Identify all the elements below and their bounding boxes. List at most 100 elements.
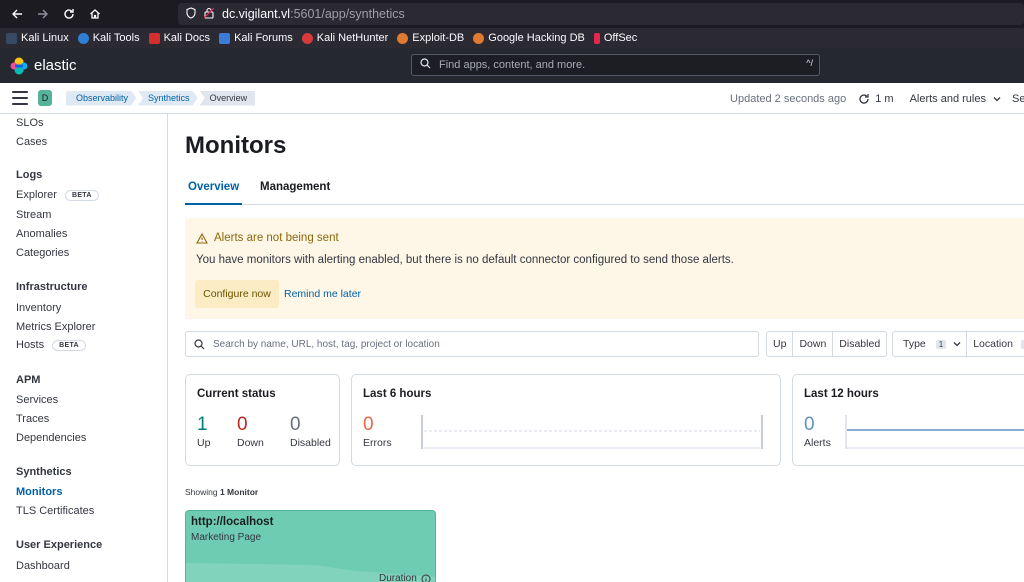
beta-badge: BETA (64, 189, 99, 201)
settings-link[interactable]: Se (1012, 93, 1024, 105)
stat-disabled: 0 Disabled (290, 414, 331, 450)
bookmark-offsec[interactable]: OffSec (593, 32, 637, 44)
breadcrumb-overview: Overview (199, 90, 256, 106)
callout-title: Alerts are not being sent (196, 232, 339, 244)
shield-icon (186, 6, 196, 22)
field-filter-group: Type 1 Location 1 (892, 331, 1024, 357)
sidebar-section-user-experience: User Experience (16, 539, 103, 551)
remind-me-later-link[interactable]: Remind me later (284, 280, 361, 308)
errors-sparkline (421, 415, 763, 449)
alerts-warning-callout: Alerts are not being sent You have monit… (185, 218, 1024, 319)
forward-icon[interactable] (34, 5, 52, 23)
elastic-cluster-icon (10, 57, 28, 74)
bookmark-kali-linux[interactable]: Kali Linux (6, 32, 69, 44)
observability-sidebar: SLOs Cases Logs Explorer BETA Stream Ano… (0, 114, 168, 582)
breadcrumb-synthetics[interactable]: Synthetics (138, 91, 198, 106)
search-icon (194, 338, 205, 349)
bookmark-kali-forums[interactable]: Kali Forums (219, 32, 293, 44)
home-icon[interactable] (86, 5, 104, 23)
up-count: 1 (197, 414, 208, 435)
address-bar[interactable]: dc.vigilant.vl:5601/app/synthetics (178, 3, 1024, 25)
exploit-db-icon (397, 32, 409, 44)
duration-label: Duration (379, 573, 431, 582)
bookmark-exploit-db[interactable]: Exploit-DB (397, 32, 464, 44)
disabled-count: 0 (290, 414, 301, 435)
sidebar-item-metrics-explorer[interactable]: Metrics Explorer (16, 321, 95, 333)
url-path: :5601/app/synthetics (290, 7, 405, 21)
reload-icon[interactable] (60, 5, 78, 23)
sidebar-item-tls-certificates[interactable]: TLS Certificates (16, 505, 94, 517)
errors-label: Errors (363, 437, 392, 449)
chevron-down-icon (993, 96, 1001, 101)
back-icon[interactable] (8, 5, 26, 23)
sidebar-item-hosts[interactable]: Hosts BETA (16, 339, 86, 351)
callout-text: You have monitors with alerting enabled,… (196, 254, 734, 266)
breadcrumb-observability[interactable]: Observability (66, 91, 136, 106)
sidebar-section-synthetics: Synthetics (16, 466, 72, 478)
refresh-icon (859, 93, 869, 104)
hamburger-menu-icon[interactable] (12, 91, 28, 105)
up-label: Up (197, 437, 211, 449)
main-content: Monitors Overview Management Alerts are … (169, 114, 1024, 582)
global-search-input[interactable]: Find apps, content, and more. ^/ (411, 54, 820, 76)
warning-icon (196, 232, 208, 244)
sidebar-item-dependencies[interactable]: Dependencies (16, 432, 86, 444)
location-filter-button[interactable]: Location 1 (967, 332, 1024, 356)
bookmark-kali-nethunter[interactable]: Kali NetHunter (301, 32, 388, 44)
url-host: dc.vigilant.vl (222, 7, 291, 21)
sidebar-item-inventory[interactable]: Inventory (16, 302, 61, 314)
kali-docs-icon (148, 32, 160, 44)
filter-up-button[interactable]: Up (767, 332, 794, 356)
offsec-icon (593, 32, 600, 44)
alerts-label: Alerts (804, 437, 831, 449)
bookmark-kali-tools[interactable]: Kali Tools (77, 32, 140, 44)
sidebar-section-apm: APM (16, 374, 41, 386)
showing-count-text: Showing 1 Monitor (185, 487, 259, 497)
info-icon (421, 574, 431, 582)
elastic-logo[interactable]: elastic (10, 57, 77, 75)
kali-tools-icon (77, 32, 89, 44)
sidebar-item-dashboard[interactable]: Dashboard (16, 560, 70, 572)
page-title: Monitors (185, 132, 287, 159)
down-count: 0 (237, 414, 248, 435)
browser-toolbar: dc.vigilant.vl:5601/app/synthetics (0, 0, 1024, 28)
insecure-lock-icon (203, 7, 215, 22)
updated-timestamp: Updated 2 seconds ago (730, 92, 847, 105)
tab-management[interactable]: Management (257, 181, 333, 205)
type-filter-button[interactable]: Type 1 (893, 332, 968, 356)
alerts-and-rules-menu[interactable]: Alerts and rules (910, 93, 1002, 105)
monitor-search-input[interactable]: Search by name, URL, host, tag, project … (185, 331, 759, 357)
sidebar-item-explorer[interactable]: Explorer BETA (16, 189, 99, 201)
stat-down: 0 Down (237, 414, 264, 450)
type-count-badge: 1 (935, 339, 947, 349)
sidebar-item-traces[interactable]: Traces (16, 413, 49, 425)
sidebar-item-anomalies[interactable]: Anomalies (16, 228, 67, 240)
monitor-name: http://localhost (191, 516, 274, 528)
space-avatar[interactable]: D (38, 90, 52, 106)
filter-row: Search by name, URL, host, tag, project … (185, 331, 1024, 357)
bookmark-google-hacking-db[interactable]: Google Hacking DB (473, 32, 585, 44)
sidebar-item-slos[interactable]: SLOs (16, 117, 44, 129)
chevron-down-icon (953, 342, 961, 347)
bookmark-kali-docs[interactable]: Kali Docs (148, 32, 210, 44)
sidebar-item-monitors[interactable]: Monitors (16, 486, 62, 498)
current-status-panel: Current status 1 Up 0 Down 0 Disabled (185, 374, 340, 466)
sidebar-item-stream[interactable]: Stream (16, 209, 51, 221)
kali-forums-icon (219, 32, 231, 44)
filter-down-button[interactable]: Down (793, 332, 834, 356)
tab-overview[interactable]: Overview (185, 181, 243, 205)
stat-up: 1 Up (197, 414, 211, 450)
sidebar-item-cases[interactable]: Cases (16, 136, 47, 148)
monitor-subtitle: Marketing Page (191, 532, 262, 543)
configure-now-button[interactable]: Configure now (195, 280, 279, 308)
global-search-placeholder: Find apps, content, and more. (439, 59, 586, 71)
refresh-interval-button[interactable]: 1 m (858, 93, 894, 105)
filter-disabled-button[interactable]: Disabled (833, 332, 886, 356)
stat-alerts: 0 Alerts (804, 415, 831, 450)
nethunter-icon (301, 32, 313, 44)
sidebar-item-services[interactable]: Services (16, 394, 58, 406)
tab-bar: Overview Management (185, 178, 1024, 205)
sidebar-item-categories[interactable]: Categories (16, 247, 69, 259)
monitor-card[interactable]: http://localhost Marketing Page Duration (185, 510, 436, 582)
breadcrumb-bar: D Observability Synthetics Overview Upda… (0, 83, 1024, 114)
